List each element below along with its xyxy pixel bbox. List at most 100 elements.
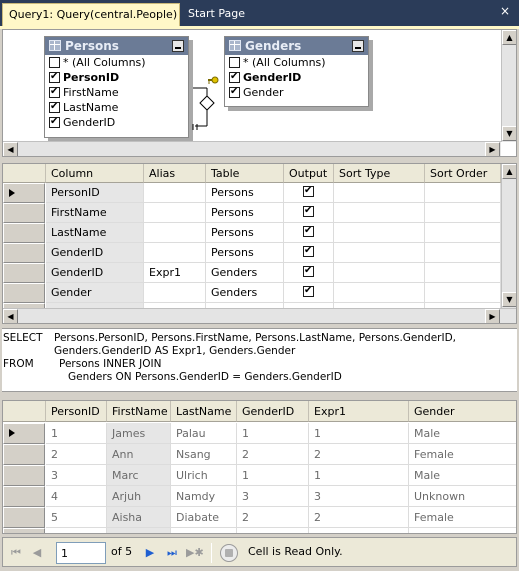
criteria-cell-column[interactable]: Gender bbox=[46, 283, 144, 303]
result-row-header[interactable] bbox=[3, 423, 45, 444]
criteria-cell-sort-type[interactable] bbox=[334, 283, 425, 303]
result-cell-lastname[interactable]: Palau bbox=[171, 423, 237, 444]
result-cell-gender[interactable]: Male bbox=[409, 423, 516, 444]
criteria-cell-sort-order[interactable] bbox=[425, 283, 501, 303]
genders-table-box[interactable]: Genders * (All Columns) GenderID Gender bbox=[224, 36, 369, 107]
result-cell-gender[interactable]: Female bbox=[409, 444, 516, 465]
criteria-cell-sort-type[interactable] bbox=[334, 203, 425, 223]
criteria-cell-table[interactable]: Persons bbox=[206, 203, 284, 223]
result-cell-expr1[interactable]: 2 bbox=[309, 507, 409, 528]
diagram-vertical-scrollbar[interactable]: ▲ ▼ bbox=[501, 30, 516, 142]
result-cell-firstname[interactable]: Aisha bbox=[107, 507, 171, 528]
criteria-cell-table[interactable]: Genders bbox=[206, 283, 284, 303]
criteria-cell-sort-type[interactable] bbox=[334, 183, 425, 203]
result-cell-lastname[interactable]: Diabate bbox=[171, 507, 237, 528]
criteria-cell-alias[interactable] bbox=[144, 183, 206, 203]
criteria-header-sort-type[interactable]: Sort Type bbox=[334, 164, 425, 183]
stop-execution-icon[interactable] bbox=[220, 544, 238, 562]
column-checkbox[interactable] bbox=[229, 70, 240, 84]
genders-column-row[interactable]: * (All Columns) bbox=[225, 55, 368, 70]
result-cell-personid[interactable]: 3 bbox=[46, 465, 107, 486]
criteria-cell-table[interactable]: Persons bbox=[206, 243, 284, 263]
scroll-left-icon[interactable]: ◀ bbox=[3, 309, 18, 323]
column-checkbox[interactable] bbox=[49, 85, 60, 99]
column-checkbox[interactable] bbox=[49, 70, 60, 84]
result-cell-lastname[interactable] bbox=[171, 528, 237, 533]
results-header-personid[interactable]: PersonID bbox=[46, 401, 107, 422]
column-checkbox[interactable] bbox=[229, 57, 240, 68]
persons-column-row[interactable]: * (All Columns) bbox=[45, 55, 188, 70]
results-header-expr1[interactable]: Expr1 bbox=[309, 401, 409, 422]
output-checkbox[interactable] bbox=[303, 224, 314, 238]
criteria-vertical-scrollbar[interactable]: ▲ ▼ bbox=[501, 164, 516, 308]
column-checkbox[interactable] bbox=[229, 85, 240, 99]
minimize-icon[interactable] bbox=[172, 40, 184, 52]
output-checkbox[interactable] bbox=[303, 264, 314, 278]
scroll-up-icon[interactable]: ▲ bbox=[502, 164, 516, 179]
criteria-cell-alias[interactable] bbox=[144, 223, 206, 243]
tab-query1[interactable]: Query1: Query(central.People) bbox=[2, 3, 180, 26]
criteria-header-column[interactable]: Column bbox=[46, 164, 144, 183]
criteria-cell-output[interactable] bbox=[284, 203, 334, 223]
criteria-row-header[interactable] bbox=[3, 223, 45, 243]
results-header-genderid[interactable]: GenderID bbox=[237, 401, 309, 422]
next-record-icon[interactable]: ▶ bbox=[142, 545, 158, 561]
output-checkbox[interactable] bbox=[303, 284, 314, 298]
scroll-left-icon[interactable]: ◀ bbox=[3, 142, 18, 156]
criteria-grid[interactable]: Column Alias Table Output Sort Type Sort… bbox=[2, 163, 517, 324]
criteria-cell-table[interactable]: Persons bbox=[206, 183, 284, 203]
persons-column-row[interactable]: PersonID bbox=[45, 70, 188, 85]
scroll-up-icon[interactable]: ▲ bbox=[502, 30, 516, 45]
criteria-cell-column[interactable]: LastName bbox=[46, 223, 144, 243]
criteria-cell-alias[interactable] bbox=[144, 203, 206, 223]
result-cell-firstname[interactable]: Marc bbox=[107, 465, 171, 486]
genders-column-row[interactable]: Gender bbox=[225, 85, 368, 100]
result-cell-genderid[interactable] bbox=[237, 528, 309, 533]
output-checkbox[interactable] bbox=[303, 184, 314, 198]
result-cell-gender[interactable]: Female bbox=[409, 507, 516, 528]
criteria-header-output[interactable]: Output bbox=[284, 164, 334, 183]
persons-column-row[interactable]: FirstName bbox=[45, 85, 188, 100]
genders-table-title[interactable]: Genders bbox=[225, 37, 368, 55]
criteria-cell-sort-order[interactable] bbox=[425, 243, 501, 263]
result-cell-personid[interactable]: 1 bbox=[46, 423, 107, 444]
persons-table-title[interactable]: Persons bbox=[45, 37, 188, 55]
criteria-cell-sort-type[interactable] bbox=[334, 263, 425, 283]
criteria-cell-output[interactable] bbox=[284, 283, 334, 303]
previous-record-icon[interactable]: ◀ bbox=[29, 545, 45, 561]
criteria-cell-sort-order[interactable] bbox=[425, 183, 501, 203]
result-row-header[interactable] bbox=[3, 465, 45, 486]
result-cell-lastname[interactable]: Namdy bbox=[171, 486, 237, 507]
persons-column-row[interactable]: GenderID bbox=[45, 115, 188, 130]
last-record-icon[interactable]: ⏭ bbox=[164, 545, 180, 561]
output-checkbox[interactable] bbox=[303, 244, 314, 258]
result-cell-firstname[interactable]: James bbox=[107, 423, 171, 444]
result-row-header[interactable] bbox=[3, 444, 45, 465]
persons-column-row[interactable]: LastName bbox=[45, 100, 188, 115]
result-cell-personid[interactable] bbox=[46, 528, 107, 533]
result-cell-gender[interactable]: Unknown bbox=[409, 486, 516, 507]
criteria-row-header[interactable] bbox=[3, 203, 45, 223]
criteria-cell-column[interactable]: GenderID bbox=[46, 243, 144, 263]
criteria-horizontal-scrollbar[interactable]: ◀ ▶ bbox=[3, 308, 516, 323]
criteria-cell-column[interactable]: GenderID bbox=[46, 263, 144, 283]
criteria-cell-column[interactable]: PersonID bbox=[46, 183, 144, 203]
scroll-right-icon[interactable]: ▶ bbox=[485, 142, 500, 156]
result-row-header[interactable] bbox=[3, 486, 45, 507]
result-cell-genderid[interactable]: 2 bbox=[237, 507, 309, 528]
criteria-cell-sort-order[interactable] bbox=[425, 263, 501, 283]
join-connector[interactable] bbox=[189, 70, 227, 132]
results-header-gender[interactable]: Gender bbox=[409, 401, 516, 422]
criteria-row-header[interactable] bbox=[3, 283, 45, 303]
result-cell-genderid[interactable]: 1 bbox=[237, 465, 309, 486]
criteria-cell-sort-order[interactable] bbox=[425, 203, 501, 223]
results-header-lastname[interactable]: LastName bbox=[171, 401, 237, 422]
result-cell-expr1[interactable]: 1 bbox=[309, 423, 409, 444]
criteria-cell-alias[interactable]: Expr1 bbox=[144, 263, 206, 283]
result-row-header[interactable] bbox=[3, 507, 45, 528]
criteria-row-header[interactable] bbox=[3, 263, 45, 283]
column-checkbox[interactable] bbox=[49, 100, 60, 114]
diagram-horizontal-scrollbar[interactable]: ◀ ▶ bbox=[3, 141, 501, 156]
result-cell-firstname[interactable]: Ann bbox=[107, 444, 171, 465]
criteria-cell-alias[interactable] bbox=[144, 243, 206, 263]
